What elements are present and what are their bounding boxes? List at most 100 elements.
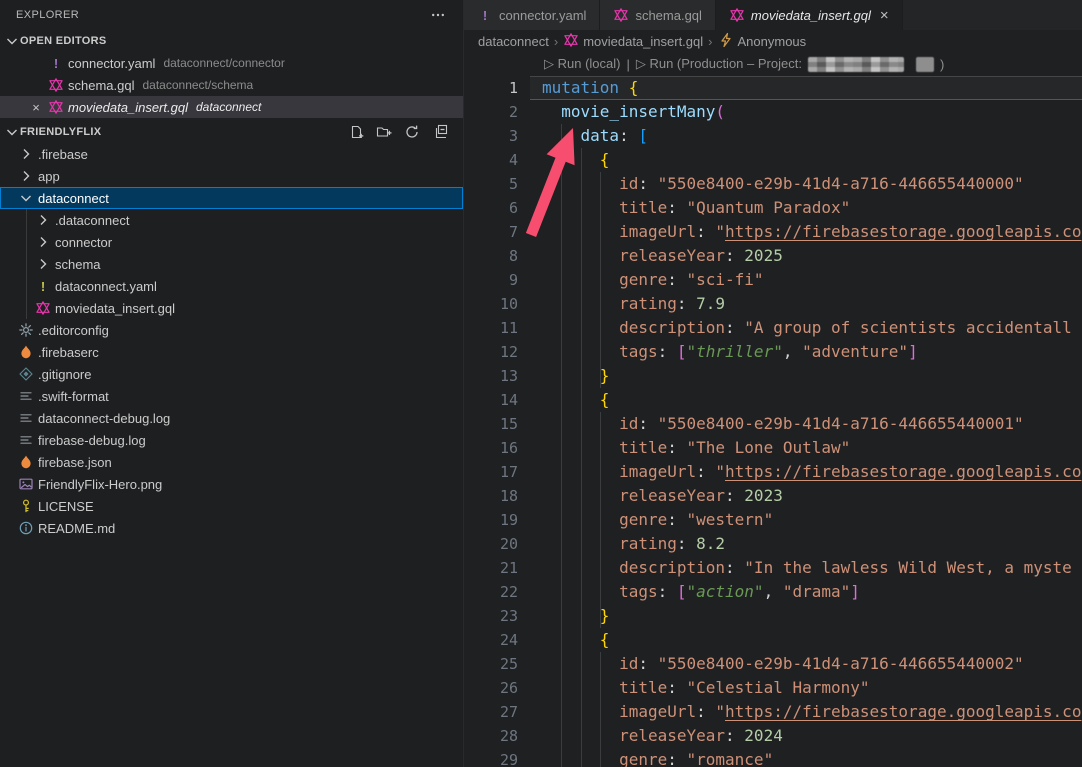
code-line-21[interactable]: 21 description: "In the lawless Wild Wes… [464, 556, 1082, 580]
tree-item-.swift-format[interactable]: .swift-format [0, 385, 463, 407]
code-line-22[interactable]: 22 tags: ["action", "drama"] [464, 580, 1082, 604]
code-line-content[interactable]: data: [ [542, 124, 648, 148]
tree-item-moviedata_insert.gql[interactable]: moviedata_insert.gql [0, 297, 463, 319]
code-line-27[interactable]: 27 imageUrl: "https://firebasestorage.go… [464, 700, 1082, 724]
code-line-23[interactable]: 23 } [464, 604, 1082, 628]
breadcrumb-item-dataconnect[interactable]: dataconnect [478, 34, 549, 49]
code-line-24[interactable]: 24 { [464, 628, 1082, 652]
code-line-2[interactable]: 2 movie_insertMany( [464, 100, 1082, 124]
tree-item-.firebaserc[interactable]: .firebaserc [0, 341, 463, 363]
tree-item-dataconnect.yaml[interactable]: !dataconnect.yaml [0, 275, 463, 297]
code-line-content[interactable]: } [542, 364, 609, 388]
code-line-content[interactable]: title: "Celestial Harmony" [542, 676, 870, 700]
tree-item-.editorconfig[interactable]: .editorconfig [0, 319, 463, 341]
code-line-4[interactable]: 4 { [464, 148, 1082, 172]
codelens-run-local[interactable]: ▷ Run (local) [544, 56, 620, 72]
tree-item-README.md[interactable]: README.md [0, 517, 463, 539]
code-line-content[interactable]: rating: 8.2 [542, 532, 725, 556]
code-line-content[interactable]: imageUrl: "https://firebasestorage.googl… [542, 220, 1081, 244]
code-line-content[interactable]: { [542, 628, 609, 652]
open-editor-item-moviedata_insert.gql[interactable]: ×moviedata_insert.gqldataconnect [0, 96, 463, 118]
code-line-29[interactable]: 29 genre: "romance" [464, 748, 1082, 767]
code-line-content[interactable]: releaseYear: 2025 [542, 244, 783, 268]
codelens-run-production[interactable]: ▷ Run (Production – Project: [636, 56, 802, 72]
tree-item-.gitignore[interactable]: .gitignore [0, 363, 463, 385]
code-line-content[interactable]: genre: "romance" [542, 748, 773, 767]
code-line-14[interactable]: 14 { [464, 388, 1082, 412]
code-line-26[interactable]: 26 title: "Celestial Harmony" [464, 676, 1082, 700]
code-line-content[interactable]: description: "In the lawless Wild West, … [542, 556, 1072, 580]
code-line-content[interactable]: { [542, 148, 609, 172]
code-line-content[interactable]: description: "A group of scientists acci… [542, 316, 1072, 340]
code-line-12[interactable]: 12 tags: ["thriller", "adventure"] [464, 340, 1082, 364]
code-line-content[interactable]: genre: "western" [542, 508, 773, 532]
code-line-19[interactable]: 19 genre: "western" [464, 508, 1082, 532]
collapse-all-button[interactable] [431, 123, 449, 141]
tree-item-.dataconnect[interactable]: .dataconnect [0, 209, 463, 231]
code-line-content[interactable]: imageUrl: "https://firebasestorage.googl… [542, 700, 1081, 724]
code-line-content[interactable]: rating: 7.9 [542, 292, 725, 316]
code-line-17[interactable]: 17 imageUrl: "https://firebasestorage.go… [464, 460, 1082, 484]
code-line-6[interactable]: 6 title: "Quantum Paradox" [464, 196, 1082, 220]
code-line-15[interactable]: 15 id: "550e8400-e29b-41d4-a716-44665544… [464, 412, 1082, 436]
code-line-content[interactable]: title: "The Lone Outlaw" [542, 436, 850, 460]
close-icon[interactable]: × [28, 99, 44, 115]
more-actions-button[interactable] [429, 6, 447, 24]
code-line-content[interactable]: { [542, 388, 609, 412]
tree-item-dataconnect-debug.log[interactable]: dataconnect-debug.log [0, 407, 463, 429]
refresh-icon[interactable] [404, 124, 420, 140]
code-line-16[interactable]: 16 title: "The Lone Outlaw" [464, 436, 1082, 460]
tree-item-FriendlyFlix-Hero.png[interactable]: FriendlyFlix-Hero.png [0, 473, 463, 495]
open-editor-item-connector.yaml[interactable]: !connector.yamldataconnect/connector [0, 52, 463, 74]
code-line-18[interactable]: 18 releaseYear: 2023 [464, 484, 1082, 508]
code-line-10[interactable]: 10 rating: 7.9 [464, 292, 1082, 316]
tree-item-dataconnect[interactable]: dataconnect [0, 187, 463, 209]
more-icon[interactable] [430, 7, 446, 23]
code-line-content[interactable]: releaseYear: 2023 [542, 484, 783, 508]
open-editor-item-schema.gql[interactable]: schema.gqldataconnect/schema [0, 74, 463, 96]
collapse-all-icon[interactable] [432, 124, 448, 140]
tab-connector.yaml[interactable]: !connector.yaml [464, 0, 600, 30]
code-line-content[interactable]: id: "550e8400-e29b-41d4-a716-44665544000… [542, 172, 1024, 196]
code-editor[interactable]: 1mutation {2 movie_insertMany(3 data: [4… [464, 76, 1082, 767]
refresh-button[interactable] [403, 123, 421, 141]
code-line-7[interactable]: 7 imageUrl: "https://firebasestorage.goo… [464, 220, 1082, 244]
open-editors-header[interactable]: OPEN EDITORS [0, 30, 463, 52]
code-line-content[interactable]: } [542, 604, 609, 628]
new-file-button[interactable] [347, 123, 365, 141]
code-line-5[interactable]: 5 id: "550e8400-e29b-41d4-a716-446655440… [464, 172, 1082, 196]
tab-schema.gql[interactable]: schema.gql [600, 0, 715, 30]
tree-item-schema[interactable]: schema [0, 253, 463, 275]
tab-moviedata_insert.gql[interactable]: moviedata_insert.gql× [716, 0, 903, 30]
code-line-content[interactable]: title: "Quantum Paradox" [542, 196, 850, 220]
code-line-content[interactable]: genre: "sci-fi" [542, 268, 764, 292]
code-line-content[interactable]: releaseYear: 2024 [542, 724, 783, 748]
tree-item-firebase.json[interactable]: firebase.json [0, 451, 463, 473]
tree-item-app[interactable]: app [0, 165, 463, 187]
new-file-icon[interactable] [348, 124, 364, 140]
new-folder-icon[interactable] [376, 124, 392, 140]
code-line-20[interactable]: 20 rating: 8.2 [464, 532, 1082, 556]
tree-item-firebase-debug.log[interactable]: firebase-debug.log [0, 429, 463, 451]
code-line-content[interactable]: id: "550e8400-e29b-41d4-a716-44665544000… [542, 652, 1024, 676]
code-line-content[interactable]: imageUrl: "https://firebasestorage.googl… [542, 460, 1081, 484]
code-line-content[interactable]: tags: ["thriller", "adventure"] [542, 340, 918, 364]
code-line-content[interactable]: movie_insertMany( [542, 100, 725, 124]
tree-item-.firebase[interactable]: .firebase [0, 143, 463, 165]
code-line-3[interactable]: 3 data: [ [464, 124, 1082, 148]
tree-item-connector[interactable]: connector [0, 231, 463, 253]
tab-close-button[interactable]: × [880, 8, 889, 23]
code-line-13[interactable]: 13 } [464, 364, 1082, 388]
code-line-28[interactable]: 28 releaseYear: 2024 [464, 724, 1082, 748]
project-header[interactable]: FRIENDLYFLIX [0, 121, 463, 143]
breadcrumb-item-moviedata_insert.gql[interactable]: moviedata_insert.gql [563, 32, 703, 51]
code-line-content[interactable]: mutation { [542, 76, 638, 100]
new-folder-button[interactable] [375, 123, 393, 141]
code-line-content[interactable]: id: "550e8400-e29b-41d4-a716-44665544000… [542, 412, 1024, 436]
code-line-8[interactable]: 8 releaseYear: 2025 [464, 244, 1082, 268]
code-line-content[interactable]: tags: ["action", "drama"] [542, 580, 860, 604]
code-line-25[interactable]: 25 id: "550e8400-e29b-41d4-a716-44665544… [464, 652, 1082, 676]
tree-item-LICENSE[interactable]: LICENSE [0, 495, 463, 517]
code-line-9[interactable]: 9 genre: "sci-fi" [464, 268, 1082, 292]
code-line-11[interactable]: 11 description: "A group of scientists a… [464, 316, 1082, 340]
